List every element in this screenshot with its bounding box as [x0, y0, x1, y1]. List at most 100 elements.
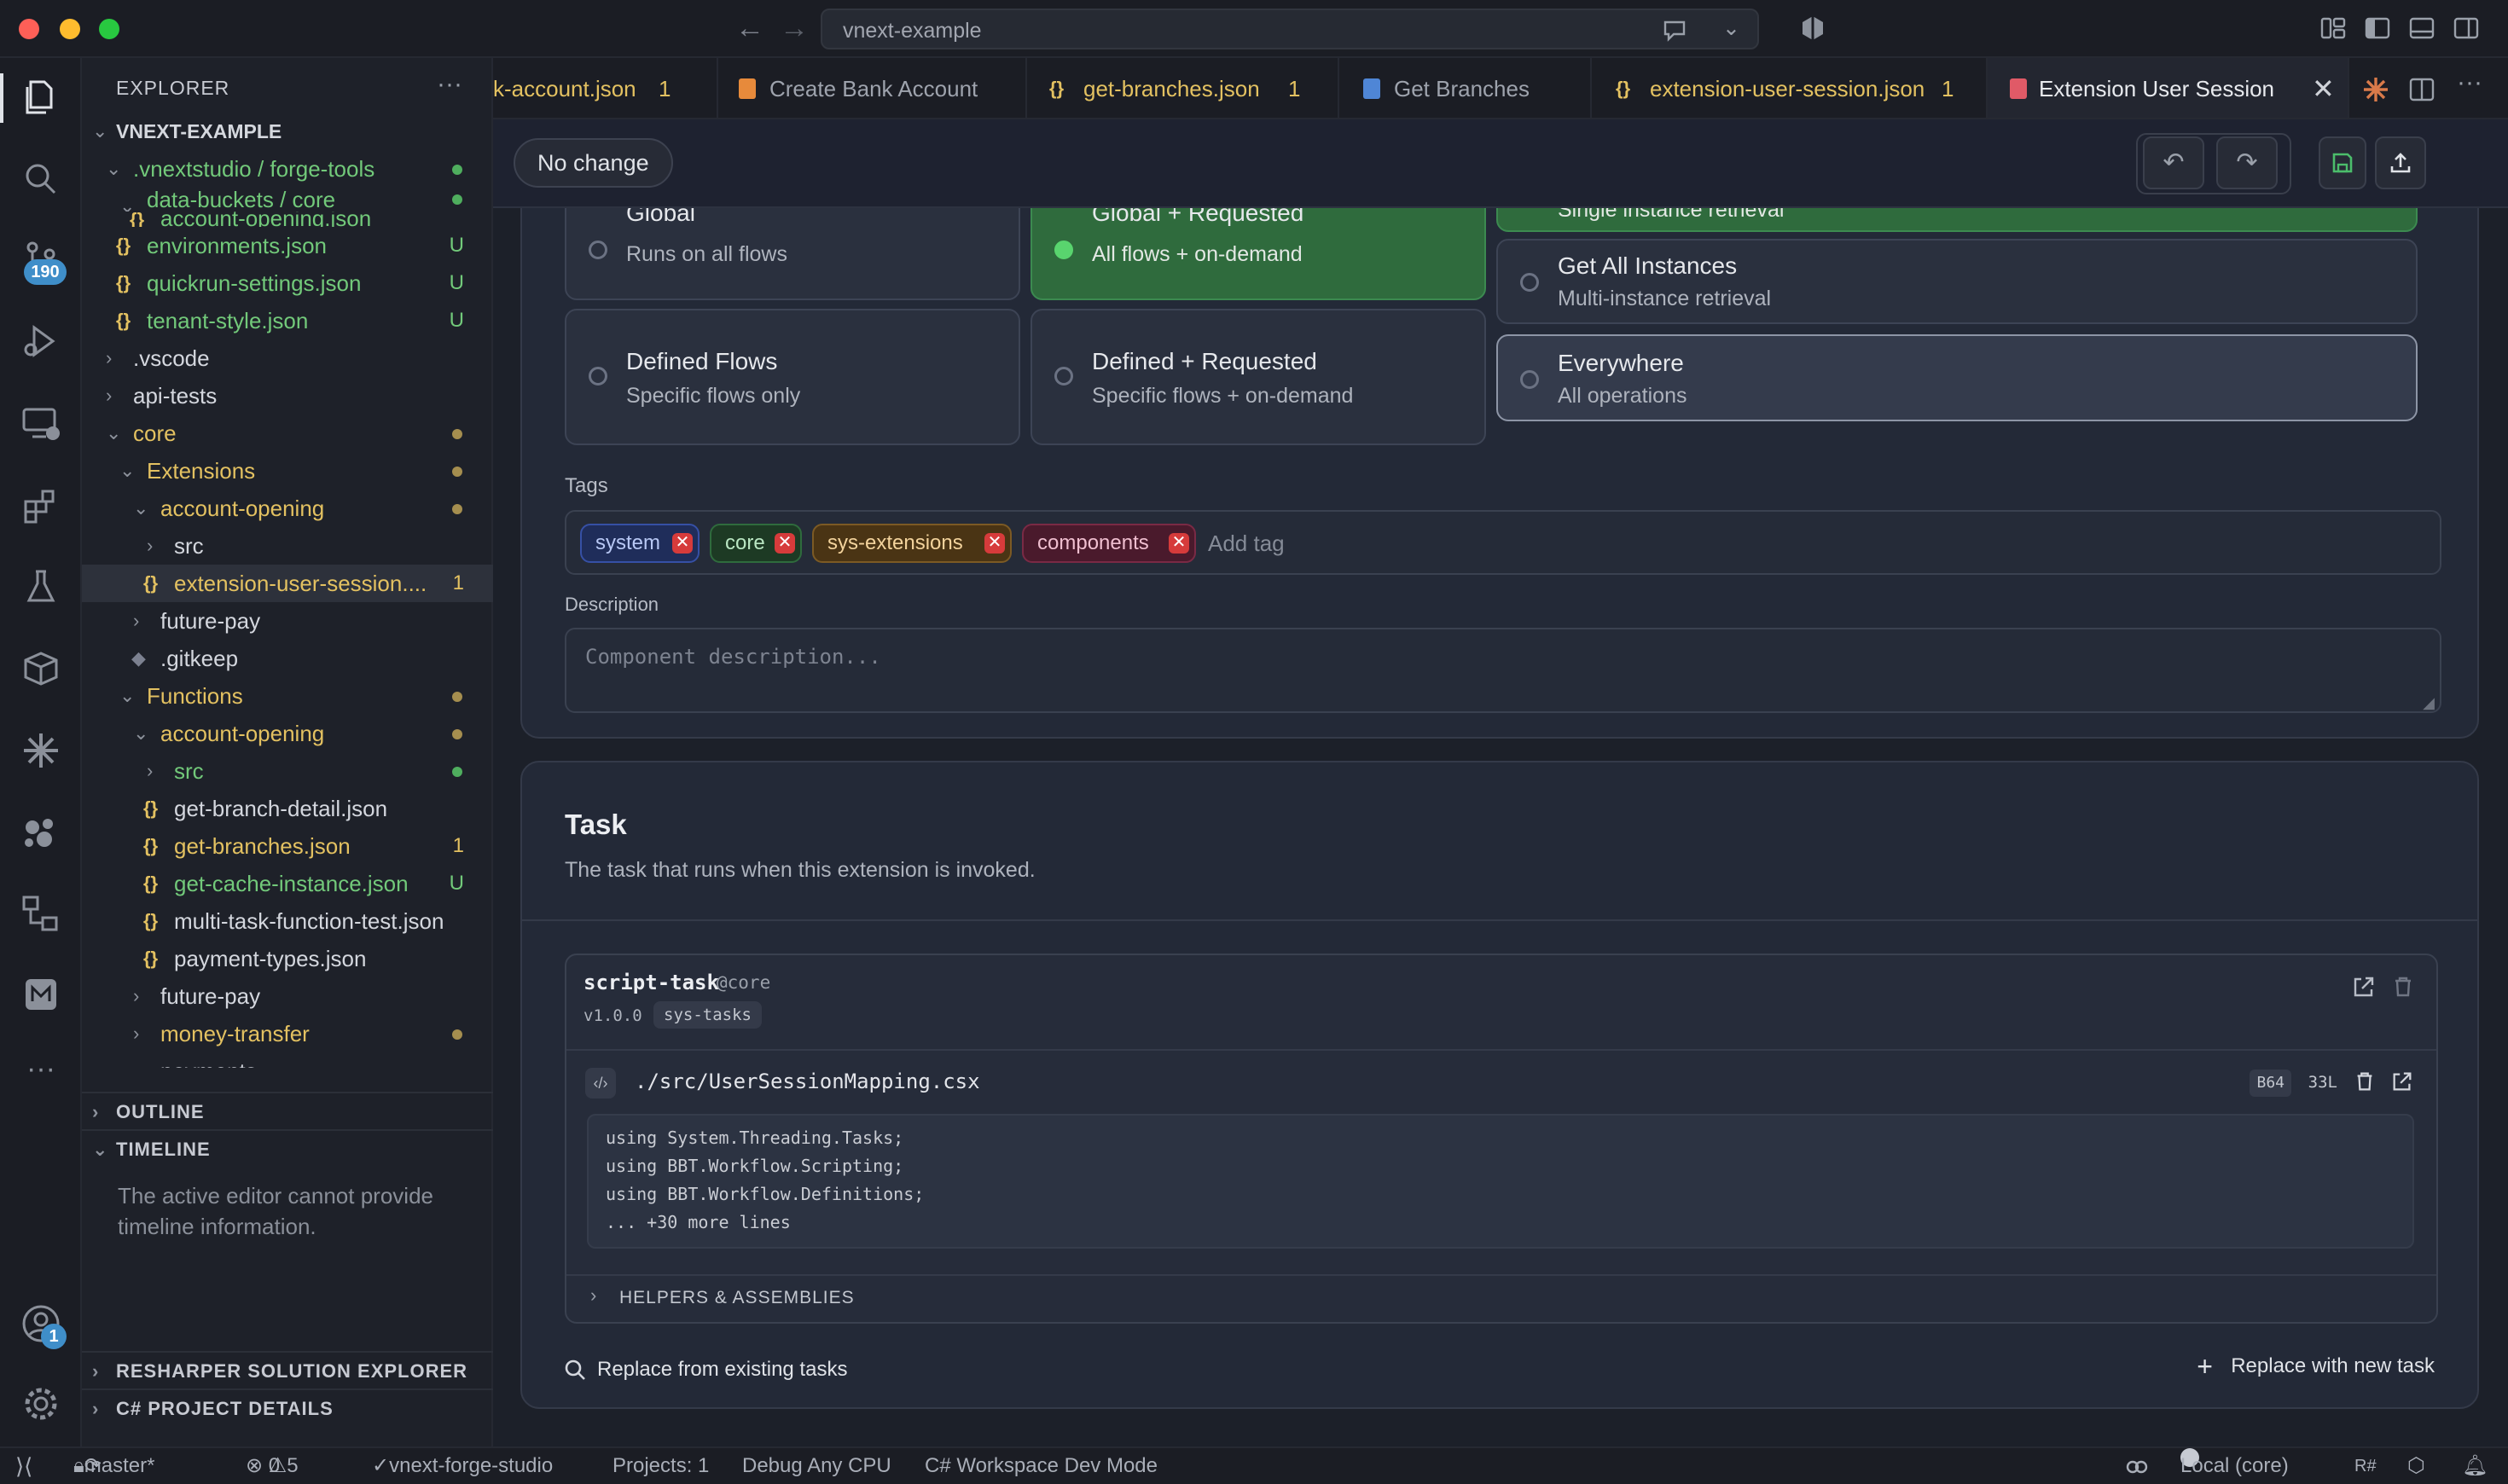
tree-item-functions-account-opening[interactable]: ⌄ account-opening — [82, 715, 493, 752]
flow-diagram-icon[interactable] — [19, 892, 63, 936]
projects-count[interactable]: Projects: 1 — [612, 1448, 709, 1484]
tree-item-extensions[interactable]: ⌄ Extensions — [82, 452, 493, 490]
settings-gear-icon[interactable] — [19, 1382, 63, 1426]
tree-item-get-branches[interactable]: {} get-branches.json 1 — [82, 827, 493, 865]
tree-item-core[interactable]: ⌄ core — [82, 414, 493, 452]
tree-item-gitkeep[interactable]: ◆ .gitkeep — [82, 640, 493, 677]
resharper-section[interactable]: › RESHARPER SOLUTION EXPLORER — [82, 1351, 493, 1388]
workspace-mode[interactable]: C# Workspace Dev Mode — [925, 1448, 1158, 1484]
resharper-icon[interactable]: R# — [2354, 1448, 2377, 1484]
customize-layout-icon[interactable] — [2319, 14, 2348, 43]
extension-status-icon[interactable]: ⬡ — [2407, 1448, 2425, 1484]
tree-item-account-opening[interactable]: ⌄ account-opening — [82, 490, 493, 527]
tree-item-src[interactable]: › src — [82, 527, 493, 565]
testing-flask-icon[interactable] — [19, 565, 63, 609]
tree-item-vnextstudio[interactable]: ⌄ .vnextstudio / forge-tools — [82, 150, 493, 188]
tags-input[interactable]: system ✕ core ✕ sys-extensions ✕ components… — [565, 510, 2441, 575]
run-debug-icon[interactable] — [19, 319, 63, 363]
claude-spark-icon[interactable] — [2361, 75, 2390, 104]
tree-item-payment-types[interactable]: {} payment-types.json — [82, 940, 493, 977]
open-task-icon[interactable] — [2351, 974, 2377, 1000]
outline-section[interactable]: › OUTLINE — [82, 1092, 493, 1129]
forward-arrow-icon[interactable]: → — [780, 12, 809, 45]
csharp-project-details-section[interactable]: › C# PROJECT DETAILS — [82, 1388, 493, 1426]
tree-item-payments[interactable]: ›payments — [82, 1052, 493, 1068]
back-arrow-icon[interactable]: ← — [735, 12, 764, 45]
publish-button[interactable] — [2375, 136, 2426, 189]
branch-indicator[interactable]: 🔒︎ master* ⟳ — [73, 1448, 154, 1484]
close-tab-icon[interactable]: ✕ — [2312, 58, 2335, 118]
chevron-down-icon[interactable]: ⌄ — [1722, 15, 1740, 41]
minimize-window-button[interactable] — [60, 19, 80, 39]
tree-item-functions[interactable]: ⌄ Functions — [82, 677, 493, 715]
more-actions-icon[interactable]: ··· — [437, 70, 462, 99]
save-button[interactable] — [2319, 136, 2366, 189]
tree-item-multi-task-function-test[interactable]: {} multi-task-function-test.json — [82, 902, 493, 940]
remove-tag-icon[interactable]: ✕ — [672, 533, 693, 554]
copilot-chat-icon[interactable] — [1662, 19, 1691, 43]
close-window-button[interactable] — [19, 19, 39, 39]
tree-item-functions-future-pay[interactable]: › future-pay — [82, 977, 493, 1015]
chevron-right-icon[interactable]: › — [590, 1284, 596, 1307]
extension-logo-icon[interactable] — [1798, 14, 1827, 43]
notifications-bell-icon[interactable]: 🔔︎ — [2462, 1448, 2488, 1484]
tree-item-quickrun-settings-json[interactable]: {} quickrun-settings.json U — [82, 264, 493, 302]
explorer-icon[interactable] — [19, 75, 63, 119]
delete-task-icon[interactable] — [2390, 974, 2416, 1000]
copilot-icon[interactable] — [2124, 1455, 2150, 1479]
tree-root[interactable]: ⌄ VNEXT-EXAMPLE — [82, 113, 493, 150]
tree-item-get-branch-detail[interactable]: {} get-branch-detail.json — [82, 790, 493, 827]
extensions-icon[interactable] — [19, 484, 63, 529]
more-views-icon[interactable]: ··· — [19, 1054, 63, 1100]
replace-with-new-button[interactable]: + Replace with new task — [2197, 1351, 2435, 1382]
remote-explorer-icon[interactable] — [19, 401, 63, 445]
vnext-studio-icon[interactable] — [19, 972, 63, 1017]
script-preview[interactable]: using System.Threading.Tasks; using BBT.… — [587, 1114, 2414, 1249]
tab-get-branches[interactable]: Get Branches — [1339, 58, 1592, 118]
scope-option-global-requested[interactable]: Global + Requested All flows + on-demand — [1030, 208, 1486, 300]
command-center-search[interactable]: vnext-example ⌄ — [821, 9, 1759, 49]
toggle-secondary-sidebar-icon[interactable] — [2452, 14, 2481, 43]
scope-option-defined-requested[interactable]: Defined + Requested Specific flows + on-… — [1030, 309, 1486, 445]
description-textarea[interactable]: Component description... ◢ — [565, 628, 2441, 713]
tree-item-tenant-style-json[interactable]: {} tenant-style.json U — [82, 302, 493, 339]
remove-tag-icon[interactable]: ✕ — [984, 533, 1005, 554]
tree-item-get-cache-instance[interactable]: {} get-cache-instance.json U — [82, 865, 493, 902]
replace-from-existing-button[interactable]: Replace from existing tasks — [597, 1358, 847, 1382]
tree-item-extension-user-session[interactable]: {} extension-user-session.... 1 — [82, 565, 493, 602]
type-option-get-instance[interactable]: Single instance retrieval — [1496, 208, 2418, 232]
tab-extension-user-session-json[interactable]: {} extension-user-session.json 1 — [1592, 58, 1988, 118]
remove-tag-icon[interactable]: ✕ — [1169, 533, 1189, 554]
type-option-get-all-instances[interactable]: Get All Instances Multi-instance retriev… — [1496, 239, 2418, 324]
tree-item-environments-json[interactable]: {} environments.json U — [82, 227, 493, 264]
toggle-primary-sidebar-icon[interactable] — [2363, 14, 2392, 43]
claude-spark-icon[interactable] — [19, 728, 63, 773]
split-editor-icon[interactable] — [2407, 75, 2436, 104]
tree-item-api-tests[interactable]: › api-tests — [82, 377, 493, 414]
search-icon[interactable] — [19, 157, 63, 201]
more-actions-icon[interactable]: ··· — [2457, 68, 2482, 97]
helpers-assemblies-toggle[interactable]: HELPERS & ASSEMBLIES — [619, 1288, 855, 1308]
scope-option-defined-flows[interactable]: Defined Flows Specific flows only — [565, 309, 1020, 445]
tab-create-bank-account-json[interactable]: k-account.json 1 — [493, 58, 718, 118]
debug-config[interactable]: Debug Any CPU — [742, 1448, 891, 1484]
add-tag-input[interactable]: Add tag — [1208, 530, 1285, 557]
toggle-panel-icon[interactable] — [2407, 14, 2436, 43]
tab-get-branches-json[interactable]: {} get-branches.json 1 — [1027, 58, 1339, 118]
tree-item-future-pay[interactable]: › future-pay — [82, 602, 493, 640]
scope-option-global[interactable]: Global Runs on all flows — [565, 208, 1020, 300]
problems-indicator[interactable]: ⊗ 0 ⚠ 5 — [246, 1448, 299, 1484]
tab-extension-user-session[interactable]: Extension User Session ✕ — [1988, 58, 2349, 118]
project-indicator[interactable]: ✓ vnext-forge-studio — [372, 1448, 553, 1484]
containers-icon[interactable] — [19, 646, 63, 691]
remote-indicator-icon[interactable]: ⟩⟨ — [15, 1448, 32, 1484]
open-script-icon[interactable] — [2390, 1070, 2414, 1093]
tab-create-bank-account[interactable]: Create Bank Account — [718, 58, 1027, 118]
delete-script-icon[interactable] — [2353, 1070, 2377, 1093]
tree-item-vscode[interactable]: › .vscode — [82, 339, 493, 377]
tree-item-functions-src[interactable]: › src — [82, 752, 493, 790]
type-option-everywhere[interactable]: Everywhere All operations — [1496, 334, 2418, 421]
workflow-designer-icon[interactable] — [19, 810, 63, 855]
undo-button[interactable]: ↶ — [2143, 136, 2204, 189]
timeline-section[interactable]: ⌄ TIMELINE — [82, 1129, 493, 1167]
